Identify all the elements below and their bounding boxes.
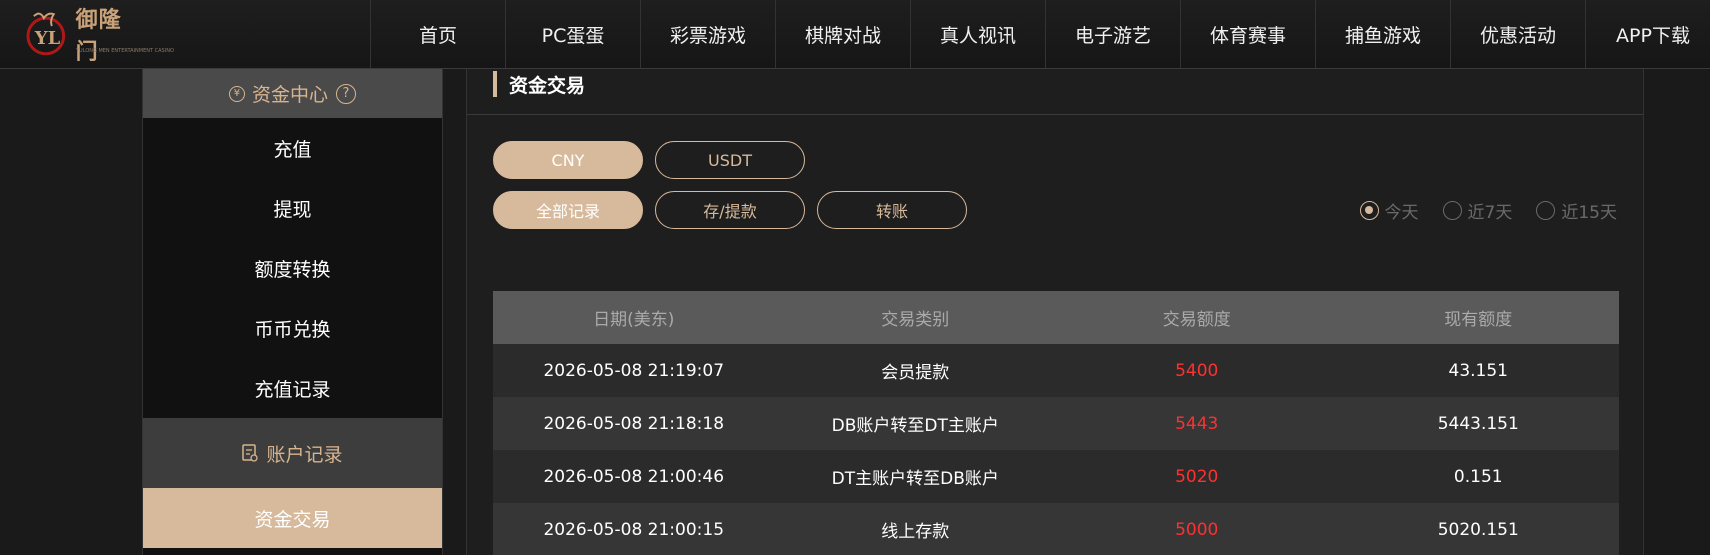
yuan-coin-icon: ¥ xyxy=(228,85,245,102)
help-icon[interactable]: ? xyxy=(336,83,356,104)
svg-text:YL: YL xyxy=(34,28,61,49)
top-navigation-bar: YL 御隆门 YULONG MEN ENTERTAINMENT CASINO 首… xyxy=(0,0,1710,69)
nav-item-fishing[interactable]: 捕鱼游戏 xyxy=(1315,0,1450,68)
cell-balance: 5443.151 xyxy=(1437,413,1519,434)
sidebar-item-deposit[interactable]: 充值 xyxy=(143,118,442,178)
page-title: 资金交易 xyxy=(493,71,585,97)
site-logo[interactable]: YL 御隆门 YULONG MEN ENTERTAINMENT CASINO xyxy=(24,6,174,65)
table-row: 2026-05-08 21:00:15 线上存款 5000 5020.151 xyxy=(493,503,1619,555)
table-row: 2026-05-08 21:19:07 会员提款 5400 43.151 xyxy=(493,344,1619,397)
radio-checked-icon xyxy=(1359,201,1379,220)
brand-subtitle: YULONG MEN ENTERTAINMENT CASINO xyxy=(76,48,174,54)
sidebar-item-credit-transfer[interactable]: 额度转换 xyxy=(143,238,442,298)
table-header: 日期(美东) 交易类别 交易额度 现有额度 xyxy=(493,291,1619,344)
cell-date: 2026-05-08 21:00:15 xyxy=(543,519,725,540)
tab-all-records[interactable]: 全部记录 xyxy=(493,191,643,229)
tab-currency-cny[interactable]: CNY xyxy=(493,141,643,179)
cell-date: 2026-05-08 21:19:07 xyxy=(543,360,725,381)
sidebar-section-account-records: 账户记录 xyxy=(143,418,442,488)
document-icon xyxy=(242,444,259,462)
tab-currency-usdt[interactable]: USDT xyxy=(655,141,805,179)
account-head-label: 账户记录 xyxy=(266,443,343,466)
sidebar: ¥ 资金中心 ? 充值 提现 额度转换 币币兑换 充值记录 账户记录 资金交易 xyxy=(142,69,443,555)
radio-last-7-days[interactable]: 近7天 xyxy=(1442,198,1513,223)
transactions-table: 日期(美东) 交易类别 交易额度 现有额度 2026-05-08 21:19:0… xyxy=(493,291,1619,555)
radio-unchecked-icon xyxy=(1536,201,1556,220)
nav-item-pc-egg[interactable]: PC蛋蛋 xyxy=(505,0,640,68)
cell-type: DT主账户转至DB账户 xyxy=(831,469,999,489)
nav-item-chess-cards[interactable]: 棋牌对战 xyxy=(775,0,910,68)
radio-label: 近7天 xyxy=(1467,203,1513,223)
cell-type: 会员提款 xyxy=(881,363,950,383)
funds-head-label: 资金中心 xyxy=(251,84,328,106)
radio-label: 今天 xyxy=(1384,203,1419,223)
cell-type: DB账户转至DT主账户 xyxy=(831,416,999,436)
header-type: 交易类别 xyxy=(881,310,950,330)
main-panel: 资金交易 CNY USDT 全部记录 存/提款 转账 今天 近7天 近15天 日… xyxy=(466,69,1644,555)
cell-amount: 5020 xyxy=(1175,466,1219,487)
radio-today[interactable]: 今天 xyxy=(1359,198,1419,223)
sidebar-section-funds: ¥ 资金中心 ? xyxy=(143,69,442,118)
cell-amount: 5443 xyxy=(1175,413,1219,434)
header-balance: 现有额度 xyxy=(1444,310,1513,330)
cell-balance: 0.151 xyxy=(1453,466,1503,487)
cell-date: 2026-05-08 21:00:46 xyxy=(543,466,725,487)
radio-last-15-days[interactable]: 近15天 xyxy=(1536,198,1617,223)
sidebar-item-withdraw[interactable]: 提现 xyxy=(143,178,442,238)
tab-deposit-withdraw[interactable]: 存/提款 xyxy=(655,191,805,229)
dragon-logo-icon: YL xyxy=(26,12,66,56)
cell-amount: 5000 xyxy=(1175,519,1219,540)
cell-balance: 43.151 xyxy=(1448,360,1508,381)
nav-item-e-games[interactable]: 电子游艺 xyxy=(1045,0,1180,68)
sidebar-item-deposit-records[interactable]: 充值记录 xyxy=(143,358,442,418)
date-range-selector: 今天 近7天 近15天 xyxy=(1359,198,1617,223)
header-date: 日期(美东) xyxy=(593,310,675,330)
main-nav: 首页 PC蛋蛋 彩票游戏 棋牌对战 真人视讯 电子游艺 体育赛事 捕鱼游戏 优惠… xyxy=(370,0,1710,68)
table-row: 2026-05-08 21:18:18 DB账户转至DT主账户 5443 544… xyxy=(493,397,1619,450)
sidebar-item-fund-transactions[interactable]: 资金交易 xyxy=(143,488,442,548)
cell-date: 2026-05-08 21:18:18 xyxy=(543,413,725,434)
sidebar-item-coin-exchange[interactable]: 币币兑换 xyxy=(143,298,442,358)
nav-item-promotions[interactable]: 优惠活动 xyxy=(1450,0,1585,68)
title-divider xyxy=(467,114,1643,115)
nav-item-home[interactable]: 首页 xyxy=(370,0,505,68)
nav-item-lottery[interactable]: 彩票游戏 xyxy=(640,0,775,68)
brand-name: 御隆门 xyxy=(75,7,122,65)
tab-transfer[interactable]: 转账 xyxy=(817,191,967,229)
cell-balance: 5020.151 xyxy=(1437,519,1519,540)
nav-item-app-download[interactable]: APP下载 xyxy=(1585,0,1710,68)
cell-type: 线上存款 xyxy=(881,522,950,542)
table-row: 2026-05-08 21:00:46 DT主账户转至DB账户 5020 0.1… xyxy=(493,450,1619,503)
radio-unchecked-icon xyxy=(1442,201,1462,220)
radio-label: 近15天 xyxy=(1561,203,1617,223)
nav-item-sports[interactable]: 体育赛事 xyxy=(1180,0,1315,68)
cell-amount: 5400 xyxy=(1175,360,1219,381)
header-amount: 交易额度 xyxy=(1162,310,1231,330)
nav-item-live-video[interactable]: 真人视讯 xyxy=(910,0,1045,68)
